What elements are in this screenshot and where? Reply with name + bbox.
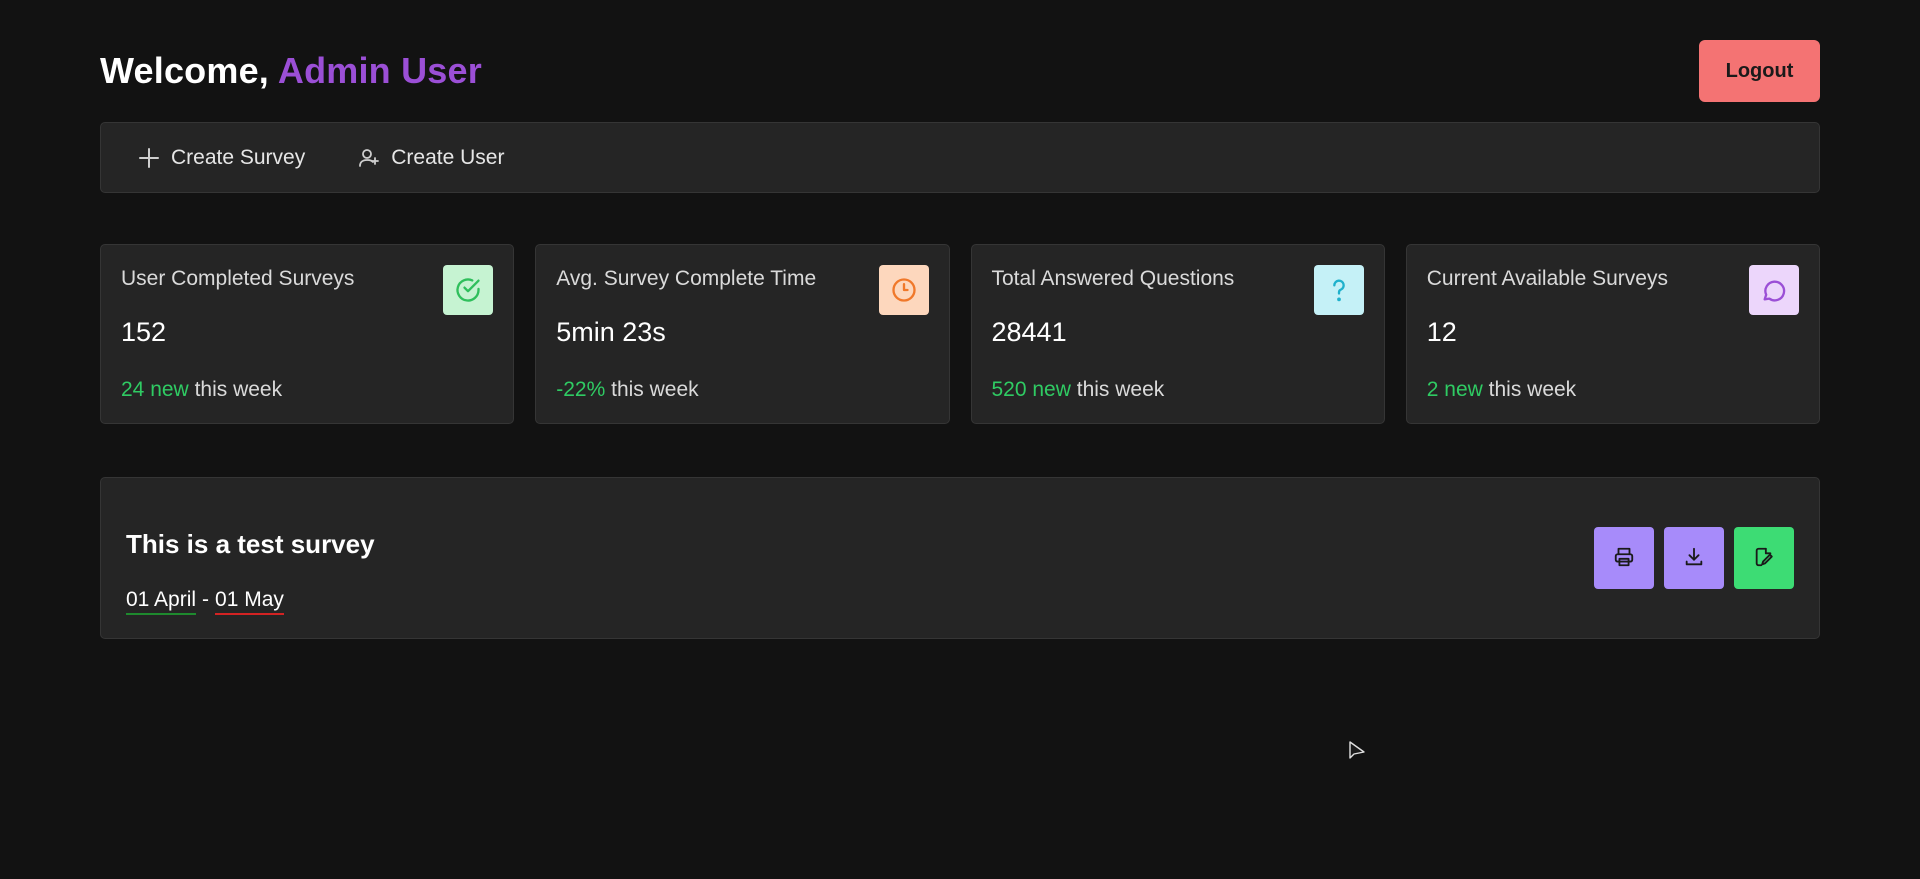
stat-suffix: this week: [611, 378, 699, 401]
stat-delta: -22%: [556, 378, 606, 401]
stat-suffix: this week: [1076, 378, 1165, 401]
stat-card-answered-questions: Total Answered Questions 28441 520 new t…: [970, 244, 1385, 424]
print-button[interactable]: [1594, 527, 1654, 589]
stats-grid: User Completed Surveys 152 24 new this w…: [100, 244, 1820, 424]
create-user-button[interactable]: Create User: [357, 146, 504, 170]
header: Welcome, Admin User Logout: [100, 40, 1820, 102]
survey-actions: [1594, 527, 1794, 589]
clock-icon: [878, 265, 929, 315]
stat-value: 152: [121, 317, 167, 347]
action-bar: Create Survey Create User: [100, 122, 1820, 193]
stat-value: 28441: [991, 317, 1067, 347]
stat-card-available-surveys: Current Available Surveys 12 2 new this …: [1405, 244, 1820, 424]
welcome-heading: Welcome, Admin User: [100, 50, 482, 92]
logout-button[interactable]: Logout: [1699, 40, 1820, 102]
create-user-label: Create User: [391, 145, 505, 169]
date-separator: -: [202, 588, 210, 611]
survey-end-date: 01 May: [215, 588, 284, 615]
stat-suffix: this week: [194, 378, 283, 401]
check-circle-icon: [443, 265, 494, 315]
stat-suffix: this week: [1488, 378, 1577, 401]
stat-footer: 520 new this week: [992, 378, 1364, 402]
download-button[interactable]: [1664, 527, 1724, 589]
welcome-prefix: Welcome,: [100, 50, 269, 91]
stat-value: 12: [1426, 317, 1457, 347]
chat-bubble-icon: [1749, 265, 1799, 315]
edit-icon: [1753, 546, 1775, 571]
plus-icon: [137, 146, 161, 170]
create-survey-label: Create Survey: [171, 145, 306, 169]
printer-icon: [1613, 546, 1635, 571]
survey-start-date: 01 April: [126, 588, 197, 615]
user-name: Admin User: [277, 50, 482, 91]
stat-title: User Completed Surveys: [121, 267, 355, 290]
stat-footer: -22% this week: [556, 378, 928, 402]
stat-title: Total Answered Questions: [991, 267, 1235, 290]
mouse-cursor-icon: [1348, 740, 1368, 767]
stat-delta: 24 new: [121, 378, 189, 401]
stat-footer: 2 new this week: [1427, 378, 1799, 402]
user-plus-icon: [357, 146, 381, 170]
survey-title: This is a test survey: [126, 529, 375, 559]
stat-card-avg-time: Avg. Survey Complete Time 5min 23s -22% …: [535, 244, 950, 424]
stat-title: Avg. Survey Complete Time: [556, 267, 817, 290]
create-survey-button[interactable]: Create Survey: [137, 146, 305, 170]
dashboard-page: Welcome, Admin User Logout Create Survey…: [0, 0, 1920, 879]
stat-value: 5min 23s: [556, 317, 666, 347]
edit-button[interactable]: [1734, 527, 1794, 589]
stat-delta: 520 new: [991, 378, 1071, 401]
survey-card: This is a test survey 01 April - 01 May: [100, 477, 1820, 639]
stat-title: Current Available Surveys: [1426, 267, 1668, 290]
question-icon: [1313, 265, 1364, 315]
stat-delta: 2 new: [1426, 378, 1483, 401]
stat-footer: 24 new this week: [121, 378, 493, 402]
stat-card-completed-surveys: User Completed Surveys 152 24 new this w…: [100, 244, 515, 424]
download-icon: [1683, 546, 1705, 571]
survey-date-range: 01 April - 01 May: [126, 588, 284, 615]
